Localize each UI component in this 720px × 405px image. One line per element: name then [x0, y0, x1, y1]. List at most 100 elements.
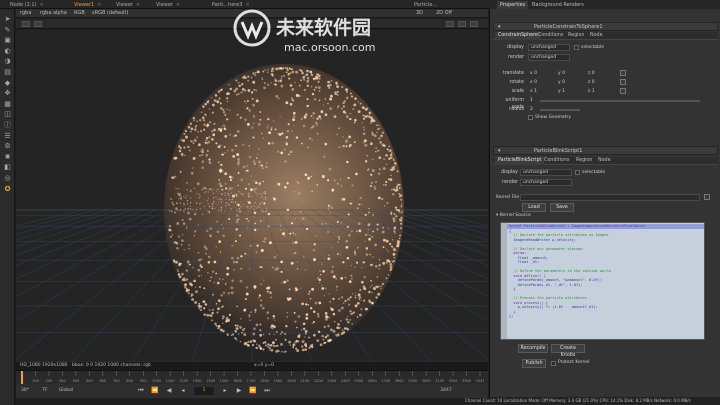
collapse-icon[interactable]: ▾: [498, 23, 501, 31]
translate-y[interactable]: y 0: [558, 70, 565, 77]
tab-region[interactable]: Region: [565, 32, 587, 40]
collapse-icon[interactable]: ▾: [498, 147, 501, 155]
timeline-tick-label: 200: [46, 379, 53, 383]
selectable-checkbox[interactable]: [574, 45, 579, 50]
animation-icon[interactable]: [620, 88, 626, 94]
toolsets-icon[interactable]: ☰: [3, 132, 12, 140]
layer-select[interactable]: rgba: [20, 9, 31, 18]
channel-select[interactable]: RGB: [74, 9, 85, 18]
step-forward-icon[interactable]: ▸: [220, 387, 230, 395]
show-geometry-checkbox[interactable]: [528, 115, 533, 120]
animation-icon[interactable]: [620, 70, 626, 76]
play-back-icon[interactable]: ◀: [164, 387, 174, 395]
color-icon[interactable]: ◑: [3, 57, 12, 65]
tab-node[interactable]: Node: [587, 32, 606, 40]
scale-x[interactable]: x 1: [530, 88, 537, 95]
render-dropdown[interactable]: unchanged: [520, 179, 572, 186]
deep-icon[interactable]: ◧: [3, 163, 12, 171]
recompile-button[interactable]: Recompile: [518, 344, 548, 353]
transform-icon[interactable]: ✥: [3, 89, 12, 97]
load-button[interactable]: Load: [522, 203, 546, 212]
render-dropdown[interactable]: unchanged: [528, 54, 570, 61]
overlay-select[interactable]: 2D Off: [436, 9, 452, 18]
tab-conditions[interactable]: Conditions: [541, 157, 572, 165]
close-icon[interactable]: ×: [136, 2, 140, 8]
gamma-button[interactable]: [34, 21, 42, 27]
keyer-icon[interactable]: ◆: [3, 79, 12, 87]
close-icon[interactable]: ×: [176, 2, 180, 8]
particles-icon[interactable]: ✺: [3, 153, 12, 161]
publish-button[interactable]: Publish: [522, 359, 546, 368]
roi-button[interactable]: [446, 21, 454, 27]
play-icon[interactable]: ▶: [234, 387, 244, 395]
tab-node[interactable]: Node: [595, 157, 614, 165]
tab-viewer[interactable]: Viewer ×: [112, 1, 144, 9]
tf-select[interactable]: TF: [40, 387, 50, 395]
coords-label: x=0 y=0: [254, 363, 275, 368]
folder-icon[interactable]: [704, 194, 710, 200]
3d-icon[interactable]: ▦: [3, 100, 12, 108]
timeline-tick-label: 2000: [287, 379, 296, 383]
translate-z[interactable]: z 0: [588, 70, 595, 77]
viewer-viewport[interactable]: [16, 30, 488, 362]
nuke-logo-icon[interactable]: ✪: [3, 185, 12, 193]
playhead[interactable]: [21, 371, 23, 385]
translate-x[interactable]: x 0: [530, 70, 537, 77]
views-icon[interactable]: ◫: [3, 110, 12, 118]
scale-y[interactable]: y 1: [558, 88, 565, 95]
kernel-source-editor[interactable]: kernel ParticleBlinkKernel : ImageComput…: [500, 222, 705, 340]
node-header-constrain-sphere[interactable]: ▾ ParticleConstrainToSphere1: [493, 22, 718, 31]
protect-kernel-checkbox[interactable]: [551, 361, 556, 366]
end-frame-field[interactable]: 3447: [436, 387, 456, 395]
radius-slider[interactable]: [540, 109, 580, 111]
other-icon[interactable]: ⚙: [3, 142, 12, 150]
tab-background-renders[interactable]: Background Renders: [529, 1, 587, 9]
prev-key-icon[interactable]: ⏪: [150, 387, 160, 395]
tab-viewer-b[interactable]: Viewer ×: [152, 1, 184, 9]
tab-conditions[interactable]: Conditions: [535, 32, 566, 40]
clip-button[interactable]: [458, 21, 466, 27]
close-icon[interactable]: ×: [40, 2, 44, 8]
animation-icon[interactable]: [620, 79, 626, 85]
tab-particle-blinkscript[interactable]: ParticleBlinkScript: [495, 157, 545, 165]
selectable-checkbox[interactable]: [575, 170, 580, 175]
rotate-y[interactable]: y 0: [558, 79, 565, 86]
merge-icon[interactable]: ◐: [3, 47, 12, 55]
layer-sub-select[interactable]: rgba.alpha: [40, 9, 67, 18]
paint-icon[interactable]: ✎: [3, 26, 12, 34]
uniform-scale-value[interactable]: 1: [530, 97, 533, 104]
colorspace-select[interactable]: sRGB (default): [92, 9, 128, 18]
tab-properties[interactable]: Properties: [497, 1, 529, 9]
next-key-icon[interactable]: ⏩: [248, 387, 258, 395]
tab-node[interactable]: Node (2.1) ×: [6, 1, 48, 9]
cursor-icon[interactable]: ➤: [3, 15, 12, 23]
fps-select[interactable]: 30*: [18, 387, 32, 395]
scale-z[interactable]: z 1: [588, 88, 595, 95]
current-frame-field[interactable]: 1: [194, 387, 214, 395]
tab-constrain-sphere[interactable]: ConstrainSphere: [495, 32, 541, 40]
close-icon[interactable]: ×: [97, 2, 101, 8]
rotate-x[interactable]: x 0: [530, 79, 537, 86]
lock-button[interactable]: [470, 21, 478, 27]
crop-icon[interactable]: ▣: [3, 36, 12, 44]
radius-value[interactable]: 2: [530, 106, 533, 113]
kernel-file-field[interactable]: [520, 194, 700, 201]
save-button[interactable]: Save: [550, 203, 574, 212]
display-dropdown[interactable]: unchanged: [528, 44, 570, 51]
last-frame-icon[interactable]: ⏭: [262, 387, 272, 395]
node-header-blinkscript[interactable]: ▾ ParticleBlinkScript1: [493, 146, 718, 155]
timeline[interactable]: 1100200300400500600700800900100011001200…: [16, 370, 488, 385]
tab-region[interactable]: Region: [573, 157, 595, 165]
display-dropdown[interactable]: unchanged: [520, 169, 572, 176]
tab-viewer1[interactable]: Viewer1 ×: [70, 1, 105, 9]
furnace-icon[interactable]: ◎: [3, 174, 12, 182]
create-knobs-button[interactable]: Create Knobs: [551, 344, 585, 358]
step-back-icon[interactable]: ◂: [178, 387, 188, 395]
global-select[interactable]: Global: [56, 387, 76, 395]
metadata-icon[interactable]: ⓘ: [3, 121, 12, 129]
filter-icon[interactable]: ▤: [3, 68, 12, 76]
uniform-scale-slider[interactable]: [540, 100, 700, 102]
gain-button[interactable]: [22, 21, 30, 27]
rotate-z[interactable]: z 0: [588, 79, 595, 86]
first-frame-icon[interactable]: ⏮: [136, 387, 146, 395]
